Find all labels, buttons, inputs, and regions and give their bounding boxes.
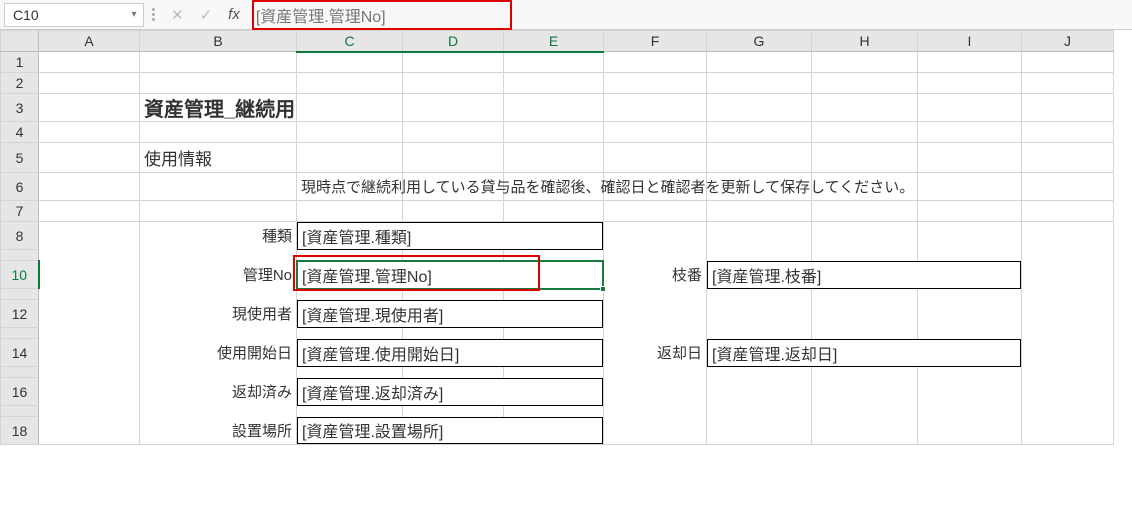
name-box-dropdown-icon[interactable]: ▾ [125, 6, 143, 24]
label-start: 使用開始日 [140, 340, 296, 365]
col-header-g[interactable]: G [707, 31, 812, 52]
row-header[interactable]: 4 [1, 122, 39, 143]
row-header[interactable]: 10 [1, 261, 39, 289]
enter-icon: ✓ [200, 6, 213, 24]
label-type: 種類 [140, 223, 296, 248]
col-header-h[interactable]: H [812, 31, 918, 52]
row-header[interactable]: 5 [1, 143, 39, 173]
formula-action-icons: ✕ ✓ fx [171, 6, 240, 24]
field-sub[interactable]: [資産管理.枝番] [707, 261, 1021, 289]
spreadsheet-area: A B C D E F G H I J 1 2 3 資産管理_継続用 4 5 使… [0, 30, 1132, 445]
col-header-f[interactable]: F [604, 31, 707, 52]
label-location: 設置場所 [140, 418, 296, 443]
field-type[interactable]: [資産管理.種類] [297, 222, 603, 250]
formula-toolbar: C10 ▾ ✕ ✓ fx [資産管理.管理No] [0, 0, 1132, 30]
toolbar-divider [152, 3, 155, 27]
formula-bar-value: [資産管理.管理No] [256, 3, 386, 27]
label-sub: 枝番 [604, 262, 706, 287]
row-header[interactable]: 1 [1, 52, 39, 73]
row-header[interactable]: 18 [1, 417, 39, 445]
row-header[interactable]: 7 [1, 201, 39, 222]
fx-icon[interactable]: fx [228, 6, 240, 23]
label-return: 返却日 [604, 340, 706, 365]
field-return[interactable]: [資産管理.返却日] [707, 339, 1021, 367]
subtitle: 使用情報 [140, 143, 296, 172]
name-box[interactable]: C10 ▾ [4, 3, 144, 27]
field-returned[interactable]: [資産管理.返却済み] [297, 378, 603, 406]
row-header[interactable]: 16 [1, 378, 39, 406]
cancel-icon: ✕ [171, 6, 184, 24]
row-header[interactable]: 6 [1, 173, 39, 201]
col-header-a[interactable]: A [39, 31, 140, 52]
col-header-c[interactable]: C [297, 31, 403, 52]
col-header-b[interactable]: B [140, 31, 297, 52]
label-mgmt-no: 管理No [140, 262, 296, 287]
col-header-j[interactable]: J [1022, 31, 1114, 52]
row-header[interactable]: 14 [1, 339, 39, 367]
row-header[interactable]: 12 [1, 300, 39, 328]
row-header[interactable]: 2 [1, 73, 39, 94]
label-user: 現使用者 [140, 301, 296, 326]
field-location[interactable]: [資産管理.設置場所] [297, 417, 603, 445]
grid[interactable]: A B C D E F G H I J 1 2 3 資産管理_継続用 4 5 使… [0, 30, 1114, 445]
col-header-i[interactable]: I [918, 31, 1022, 52]
col-header-d[interactable]: D [403, 31, 504, 52]
instruction-text: 現時点で継続利用している貸与品を確認後、確認日と確認者を更新して保存してください… [297, 174, 918, 199]
select-all-corner[interactable] [1, 31, 39, 52]
field-user[interactable]: [資産管理.現使用者] [297, 300, 603, 328]
name-box-value: C10 [13, 7, 39, 23]
row-header[interactable]: 3 [1, 94, 39, 122]
formula-bar[interactable]: [資産管理.管理No] [248, 3, 1128, 27]
col-header-e[interactable]: E [504, 31, 604, 52]
label-returned: 返却済み [140, 379, 296, 404]
page-title: 資産管理_継続用 [140, 91, 299, 124]
field-mgmt-no[interactable]: [資産管理.管理No] [297, 261, 603, 289]
field-start[interactable]: [資産管理.使用開始日] [297, 339, 603, 367]
row-header[interactable]: 8 [1, 222, 39, 250]
